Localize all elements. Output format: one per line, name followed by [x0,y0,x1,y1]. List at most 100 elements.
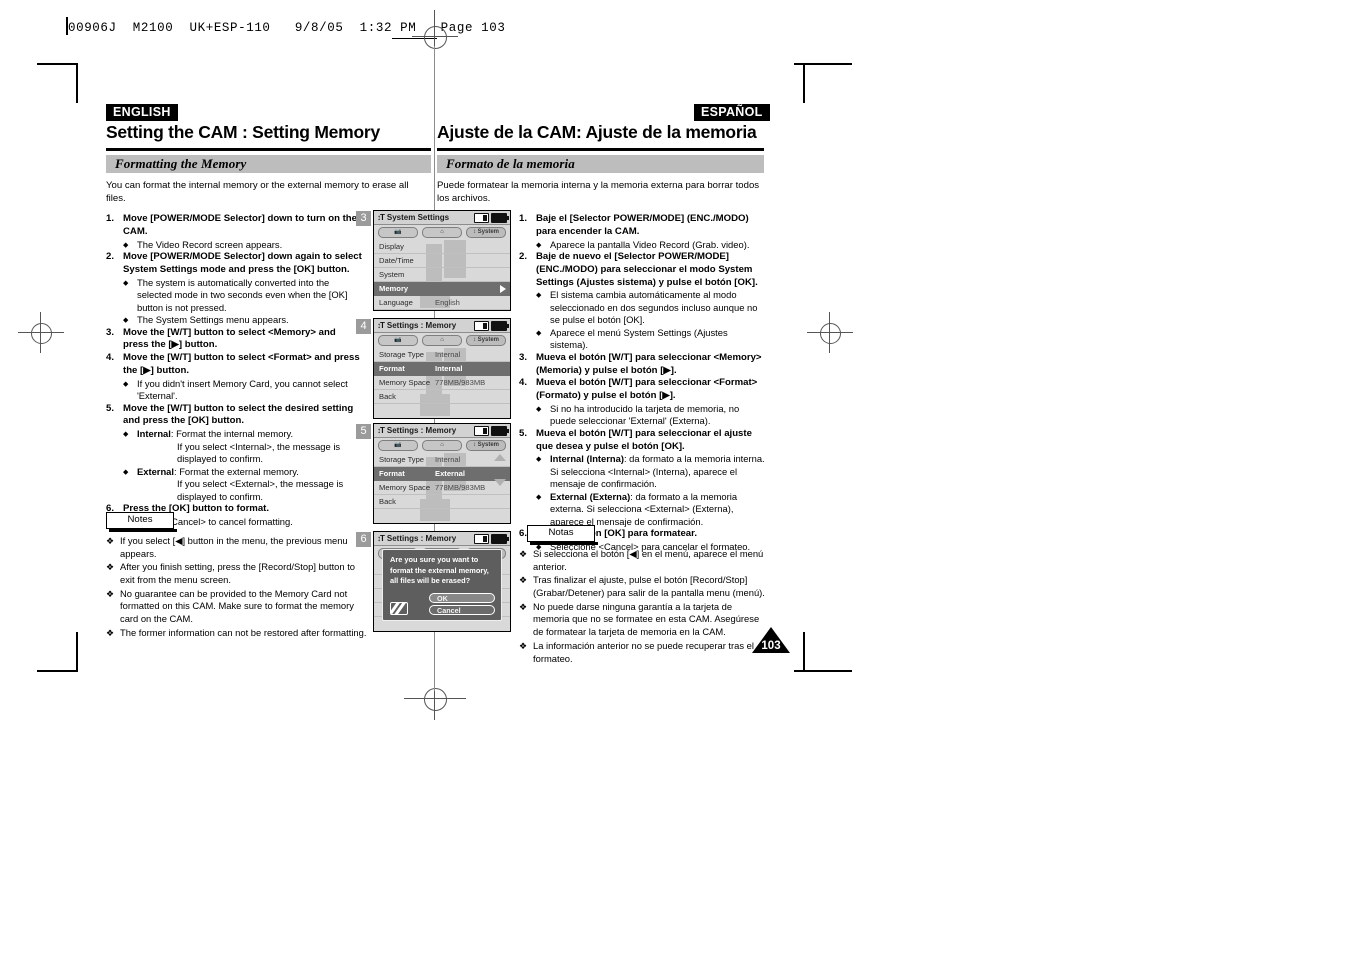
step-sub-indent-text: If you select <External>, the message is… [177,478,344,502]
note-text: After you finish setting, press the [Rec… [120,561,356,586]
notes-tab-label-english: Notes [127,514,153,525]
step-sub-text: The Video Record screen appears. [137,238,283,250]
step-sub-text: Si no ha introducido la tarjeta de memor… [550,402,740,427]
crop-mark-top-left-h [37,63,77,65]
lcd-menu-row-selected[interactable]: Format Internal [374,362,510,376]
step-number: 5. [106,402,115,414]
step-sub-label: Internal (Interna) [550,453,624,465]
lcd-menu-row[interactable]: Back [374,390,510,404]
system-tab[interactable]: ↕ System [466,335,506,346]
step-item: 3. Mueva el botón [W/T] para seleccionar … [519,352,767,378]
settings-icon: ↕T [377,534,385,543]
lcd-screen-3: ↕T System Settings 📷 ⌂ ↕ System Display Date/T… [373,210,511,311]
step-sub-item: ◆ Internal (Interna): da formato a la mem… [536,453,767,491]
lcd-row-label: Memory Space [379,378,431,387]
section-heading-english-label: Formatting the Memory [115,156,247,171]
title-rule-english [106,148,431,151]
lcd-titlebar: ↕T Settings : Memory [374,532,510,546]
note-item: ❖ After you finish setting, press the [Re… [106,561,368,586]
note-text: Tras finalizar el ajuste, pulse el botón… [533,574,765,599]
step-chip-4: 4 [356,319,371,334]
step-body: Baje de nuevo el [Selector POWER/MODE] (… [536,251,767,352]
lcd-menu-row[interactable]: Memory Space 778MB/983MB [374,376,510,390]
notes-tab-shadow-english [109,529,177,532]
reg-line-bottom-h [404,698,466,699]
notes-tab-spanish: Notas [527,525,595,542]
battery-icon [491,320,509,331]
lcd-menu-rows: Storage Type Internal Format Internal Memory… [374,348,510,416]
memory-card-icon [474,533,489,544]
play-tab-icon[interactable]: ⌂ [422,227,462,238]
dialog-cancel-button[interactable]: Cancel [429,605,495,616]
lcd-row-value: External [435,469,465,478]
lcd-row-label: Storage Type [379,455,425,464]
system-tab[interactable]: ↕ System [466,440,506,451]
language-badge-english-label: ENGLISH [106,104,178,122]
record-tab-icon[interactable]: 📷 [378,440,418,451]
lcd-menu-rows: Display Date/Time System Memory Language Engl… [374,240,510,310]
page-number-label: 103 [761,640,781,652]
diamond-bullet-icon: ◆ [123,429,129,439]
lcd-title: Settings : Memory [386,426,457,435]
step-sub-item: ◆ Internal: Format the internal memory. If… [123,428,362,466]
scroll-down-arrow-icon[interactable] [494,479,506,486]
lcd-menu-row[interactable]: Storage Type Internal [374,348,510,362]
dialog-ok-button[interactable]: OK [429,593,495,604]
step-number: 4. [519,377,528,389]
title-rule-spanish [437,148,764,151]
lcd-row-value: 778MB/983MB [435,378,486,387]
lcd-menu-row-selected[interactable]: Format External [374,467,510,481]
step-sub-item: ◆ Aparece la pantalla Video Record (Grab.… [536,239,767,252]
lcd-title: Settings : Memory [386,534,457,543]
language-badge-spanish-label: ESPAÑOL [694,104,770,122]
lcd-menu-row[interactable]: Memory Space 778MB/983MB [374,481,510,495]
note-item: ❖ No puede darse ninguna garantía a la ta… [519,601,769,639]
intro-text-spanish: Puede formatear la memoria interna y la … [437,180,760,204]
note-text: La información anterior no se puede recu… [533,639,754,664]
step-body: Move the [W/T] button to select <Memory>… [123,327,362,353]
step-item: 2. Move [POWER/MODE Selector] down again … [106,251,362,327]
note-item: ❖ No guarantee can be provided to the Mem… [106,588,368,626]
lcd-tab-bar: 📷 ⌂ ↕ System [374,438,510,453]
battery-icon [491,425,509,436]
settings-icon: ↕T [377,213,385,222]
step-sub-text: External: Format the external memory. If … [137,466,362,504]
lcd-titlebar: ↕T Settings : Memory [374,319,510,333]
lcd-menu-row[interactable]: Back [374,495,510,509]
lcd-menu-row[interactable]: Language English [374,296,510,310]
play-tab-icon[interactable]: ⌂ [422,335,462,346]
record-tab-icon[interactable]: 📷 [378,227,418,238]
section-heading-english: Formatting the Memory [106,155,431,173]
lcd-menu-row[interactable]: Date/Time [374,254,510,268]
memory-card-icon [474,425,489,436]
crop-mark-bottom-left-h [37,670,77,672]
registration-mark-right [820,323,841,344]
registration-mark-top [424,26,447,49]
scroll-up-arrow-icon[interactable] [494,454,506,461]
lcd-menu-row[interactable]: Display [374,240,510,254]
crop-mark-top-right-v [803,63,805,103]
step-sub-label: External [137,465,174,477]
note-text: No puede darse ninguna garantía a la tar… [533,600,760,638]
lcd-row-label: Format [379,364,405,373]
reg-line-left-v [40,312,41,353]
play-tab-icon[interactable]: ⌂ [422,440,462,451]
step-text: Baje el [Selector POWER/MODE] (ENC./MODO… [536,213,749,237]
lcd-menu-row[interactable]: System [374,268,510,282]
diamond-bullet-icon: ◆ [123,239,129,249]
lcd-menu-rows: Storage Type Internal Format External Memory… [374,453,510,521]
step-number: 2. [106,251,115,263]
settings-icon: ↕T [377,426,385,435]
step-item: 4. Move the [W/T] button to select <Forma… [106,352,362,403]
lcd-tab-bar: 📷 ⌂ ↕ System [374,225,510,240]
lcd-menu-row[interactable]: Storage Type Internal [374,453,510,467]
lcd-row-label: Storage Type [379,350,425,359]
system-tab[interactable]: ↕ System [466,227,506,238]
lcd-titlebar: ↕T Settings : Memory [374,424,510,438]
lcd-row-value: Internal [435,350,461,359]
lcd-title: System Settings [386,213,450,222]
step-sub-item: ◆ External (Externa): da formato a la mem… [536,491,767,529]
record-tab-icon[interactable]: 📷 [378,335,418,346]
lcd-menu-row-selected[interactable]: Memory [374,282,510,296]
diamond-bullet-icon: ◆ [123,378,129,388]
